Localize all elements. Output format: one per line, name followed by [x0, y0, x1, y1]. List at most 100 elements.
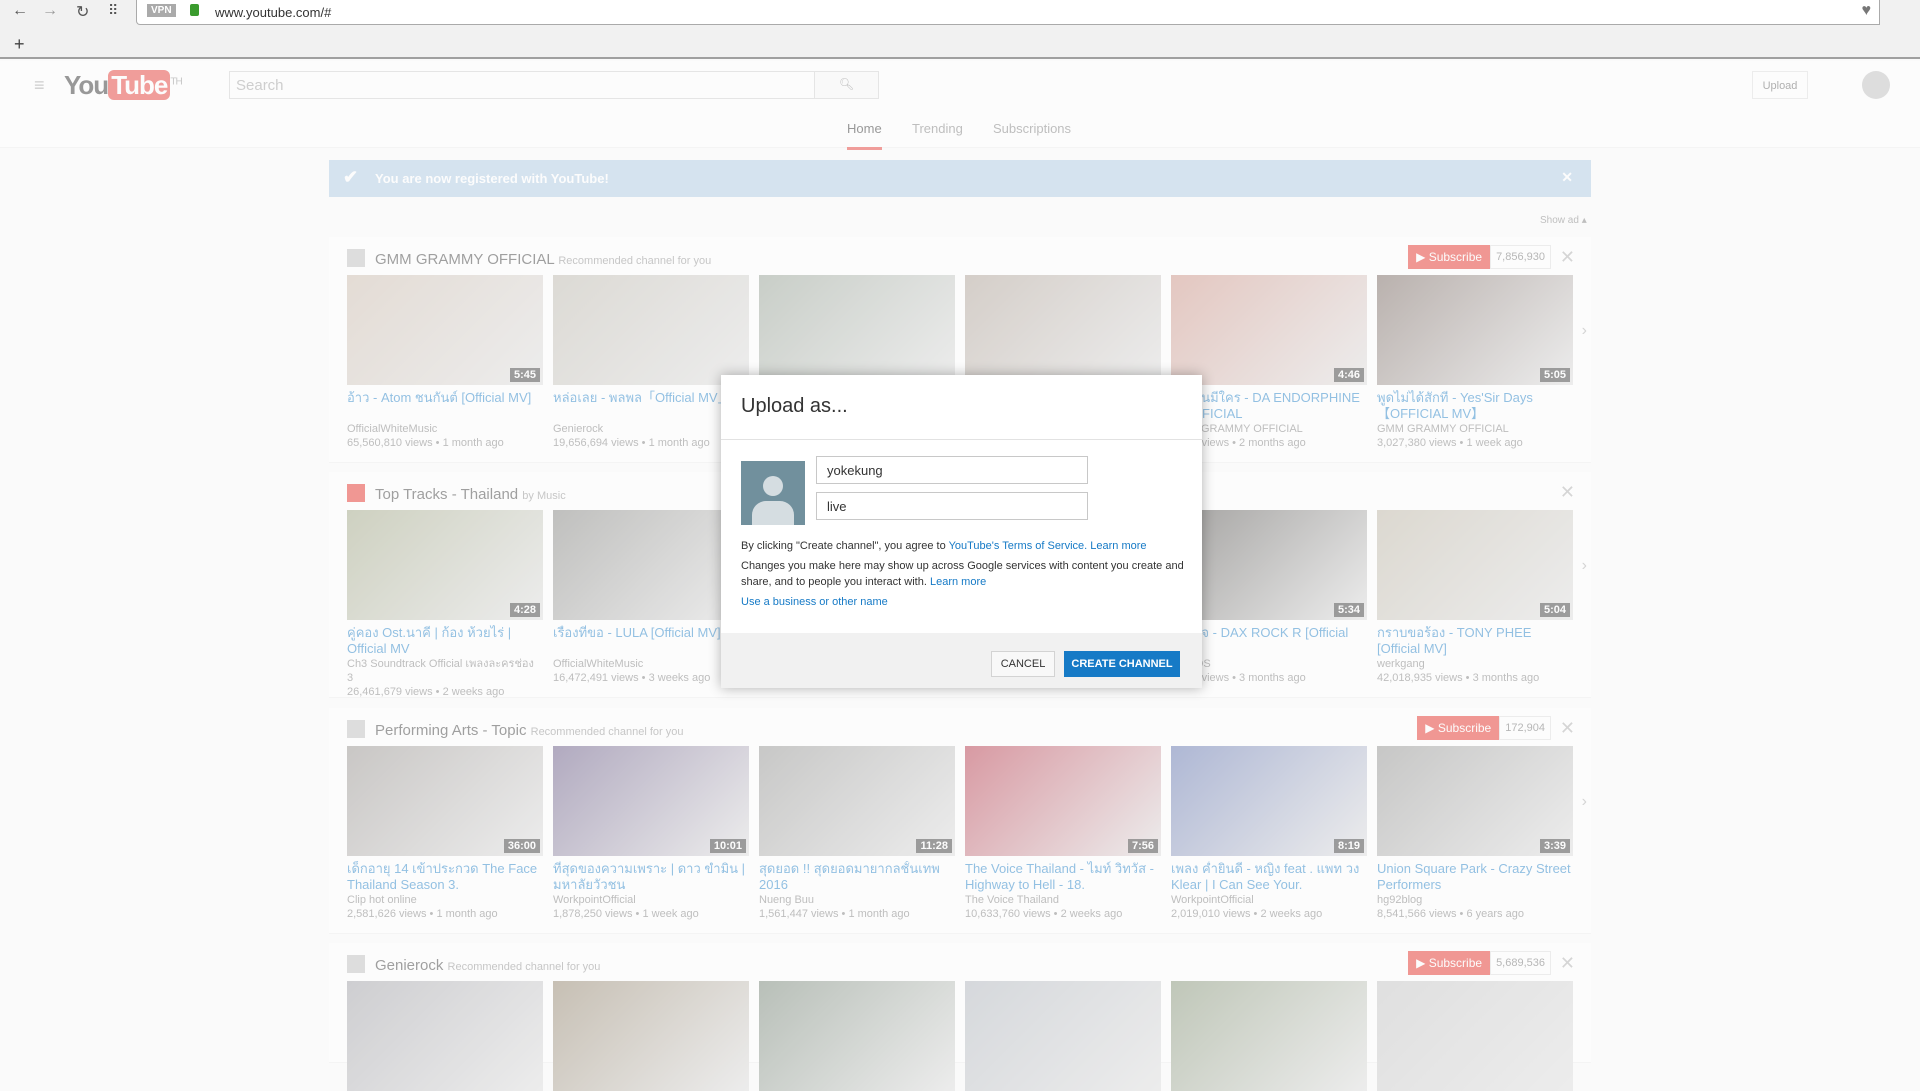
video-channel[interactable]: Ch3 Soundtrack Official เพลงละครช่อง 3	[347, 657, 543, 685]
url-text[interactable]: www.youtube.com/#	[215, 5, 331, 20]
dismiss-shelf-icon[interactable]: ✕	[1560, 718, 1575, 739]
video-channel[interactable]: Clip hot online	[347, 893, 543, 907]
show-ad-link[interactable]: Show ad ▴	[1540, 215, 1587, 226]
search-input[interactable]: Search	[229, 71, 879, 99]
video-card[interactable]: 7:56 The Voice Thailand - ไมท์ วิทวัส - H…	[965, 746, 1161, 921]
video-card[interactable]: 36:00 เด็กอายุ 14 เข้าประกวด The Face Tha…	[347, 746, 543, 921]
tos-link[interactable]: YouTube's Terms of Service.	[949, 540, 1088, 552]
new-tab-button[interactable]: +	[14, 34, 25, 55]
learn-more-link[interactable]: Learn more	[1090, 540, 1146, 552]
video-card[interactable]: 5:45 อ้าว - Atom ชนกันต์ [Official MV] Off…	[347, 275, 543, 450]
video-thumbnail[interactable]: 11:28	[759, 746, 955, 856]
video-thumbnail[interactable]	[553, 275, 749, 385]
tab-subscriptions[interactable]: Subscriptions	[993, 121, 1071, 136]
dismiss-shelf-icon[interactable]: ✕	[1560, 953, 1575, 974]
video-channel[interactable]: The Voice Thailand	[965, 893, 1161, 907]
subscribe-button[interactable]: ▶ Subscribe 172,904	[1417, 716, 1551, 740]
tab-home[interactable]: Home	[847, 121, 882, 150]
upload-button[interactable]: Upload	[1752, 71, 1808, 99]
video-card[interactable]: เรื่องที่ขอ - LULA [Official MV] Official…	[553, 510, 749, 685]
video-card[interactable]	[965, 981, 1161, 1091]
video-card[interactable]	[759, 275, 955, 385]
first-name-input[interactable]	[816, 456, 1088, 484]
avatar[interactable]	[1862, 71, 1890, 99]
video-channel[interactable]: werkgang	[1377, 657, 1573, 671]
video-title[interactable]: เด็กอายุ 14 เข้าประกวด The Face Thailand…	[347, 861, 543, 893]
video-thumbnail[interactable]: 3:39	[1377, 746, 1573, 856]
video-thumbnail[interactable]	[347, 981, 543, 1091]
video-thumbnail[interactable]	[1377, 981, 1573, 1091]
last-name-input[interactable]	[816, 492, 1088, 520]
next-arrow-icon[interactable]: ›	[1582, 557, 1587, 575]
video-thumbnail[interactable]: 5:45	[347, 275, 543, 385]
video-title[interactable]: เรื่องที่ขอ - LULA [Official MV]	[553, 625, 749, 657]
address-bar[interactable]: VPN www.youtube.com/# ♥	[136, 0, 1880, 25]
forward-icon[interactable]: →	[42, 2, 58, 20]
video-card[interactable]	[553, 981, 749, 1091]
reload-icon[interactable]: ↻	[76, 2, 89, 22]
shelf-title[interactable]: Performing Arts - Topic	[375, 722, 526, 739]
video-card[interactable]	[347, 981, 543, 1091]
vpn-badge[interactable]: VPN	[147, 4, 176, 17]
youtube-logo[interactable]: You Tube TH	[64, 70, 183, 101]
video-card[interactable]	[1171, 981, 1367, 1091]
search-button[interactable]: 🔍︎	[814, 71, 879, 99]
video-title[interactable]: พูดไม่ได้สักที - Yes'Sir Days【OFFICIAL M…	[1377, 390, 1573, 422]
video-channel[interactable]: Genierock	[553, 422, 749, 436]
video-title[interactable]: หล่อเลย - พลพล「Official MV」	[553, 390, 749, 422]
subscribe-button[interactable]: ▶ Subscribe 5,689,536	[1408, 951, 1551, 975]
video-channel[interactable]: Nueng Buu	[759, 893, 955, 907]
close-notice-icon[interactable]: ✕	[1561, 169, 1573, 186]
video-thumbnail[interactable]: 36:00	[347, 746, 543, 856]
video-card[interactable]	[965, 275, 1161, 385]
video-card[interactable]: 8:19 เพลง ค่ำยินดี - หญิง feat . แพท วง K…	[1171, 746, 1367, 921]
apps-grid-icon[interactable]: ⠿	[108, 2, 118, 19]
back-icon[interactable]: ←	[12, 2, 28, 20]
dismiss-shelf-icon[interactable]: ✕	[1560, 247, 1575, 268]
subscribe-button[interactable]: ▶ Subscribe 7,856,930	[1408, 245, 1551, 269]
video-title[interactable]: กราบขอร้อง - TONY PHEE [Official MV]	[1377, 625, 1573, 657]
video-thumbnail[interactable]	[759, 275, 955, 385]
video-title[interactable]: เพลง ค่ำยินดี - หญิง feat . แพท วง Klear…	[1171, 861, 1367, 893]
video-title[interactable]: Union Square Park - Crazy Street Perform…	[1377, 861, 1573, 893]
video-card[interactable]: 11:28 สุดยอด !! สุดยอดมายากลชั้นเทพ 2016 N…	[759, 746, 955, 921]
video-card[interactable]: 5:04 กราบขอร้อง - TONY PHEE [Official MV]…	[1377, 510, 1573, 685]
shelf-title[interactable]: Top Tracks - Thailand	[375, 486, 518, 503]
video-channel[interactable]: WorkpointOfficial	[553, 893, 749, 907]
video-channel[interactable]: hg92blog	[1377, 893, 1573, 907]
video-thumbnail[interactable]: 8:19	[1171, 746, 1367, 856]
dismiss-shelf-icon[interactable]: ✕	[1560, 482, 1575, 503]
video-thumbnail[interactable]: 4:46	[1171, 275, 1367, 385]
video-channel[interactable]: GMM GRAMMY OFFICIAL	[1377, 422, 1573, 436]
video-card[interactable]	[759, 981, 955, 1091]
video-card[interactable]: 5:05 พูดไม่ได้สักที - Yes'Sir Days【OFFICI…	[1377, 275, 1573, 450]
video-title[interactable]: สุดยอด !! สุดยอดมายากลชั้นเทพ 2016	[759, 861, 955, 893]
video-thumbnail[interactable]: 4:28	[347, 510, 543, 620]
shelf-title[interactable]: Genierock	[375, 957, 443, 974]
video-title[interactable]: อ้าว - Atom ชนกันต์ [Official MV]	[347, 390, 543, 422]
next-arrow-icon[interactable]: ›	[1582, 793, 1587, 811]
video-card[interactable]: หล่อเลย - พลพล「Official MV」 Genierock 19,6…	[553, 275, 749, 450]
shelf-title[interactable]: GMM GRAMMY OFFICIAL	[375, 251, 554, 268]
video-channel[interactable]: OfficialWhiteMusic	[347, 422, 543, 436]
video-thumbnail[interactable]: 5:04	[1377, 510, 1573, 620]
use-business-name-link[interactable]: Use a business or other name	[741, 594, 888, 610]
tab-trending[interactable]: Trending	[912, 121, 963, 136]
video-thumbnail[interactable]	[553, 510, 749, 620]
video-title[interactable]: คู่คอง Ost.นาคี | ก้อง ห้วยไร่ | Officia…	[347, 625, 543, 657]
next-arrow-icon[interactable]: ›	[1582, 322, 1587, 340]
video-card[interactable]: 3:39 Union Square Park - Crazy Street Per…	[1377, 746, 1573, 921]
video-card[interactable]: 10:01 ที่สุดของความเพราะ | ดาว ขำมิน | มห…	[553, 746, 749, 921]
video-thumbnail[interactable]: 10:01	[553, 746, 749, 856]
video-thumbnail[interactable]	[759, 981, 955, 1091]
heart-icon[interactable]: ♥	[1862, 2, 1872, 20]
cancel-button[interactable]: CANCEL	[991, 651, 1055, 677]
learn-more-link-2[interactable]: Learn more	[930, 576, 986, 588]
video-thumbnail[interactable]: 7:56	[965, 746, 1161, 856]
video-thumbnail[interactable]	[553, 981, 749, 1091]
video-channel[interactable]: OfficialWhiteMusic	[553, 657, 749, 671]
video-thumbnail[interactable]	[965, 275, 1161, 385]
video-title[interactable]: ที่สุดของความเพราะ | ดาว ขำมิน | มหาลัยว…	[553, 861, 749, 893]
create-channel-button[interactable]: CREATE CHANNEL	[1064, 651, 1180, 677]
video-channel[interactable]: WorkpointOfficial	[1171, 893, 1367, 907]
